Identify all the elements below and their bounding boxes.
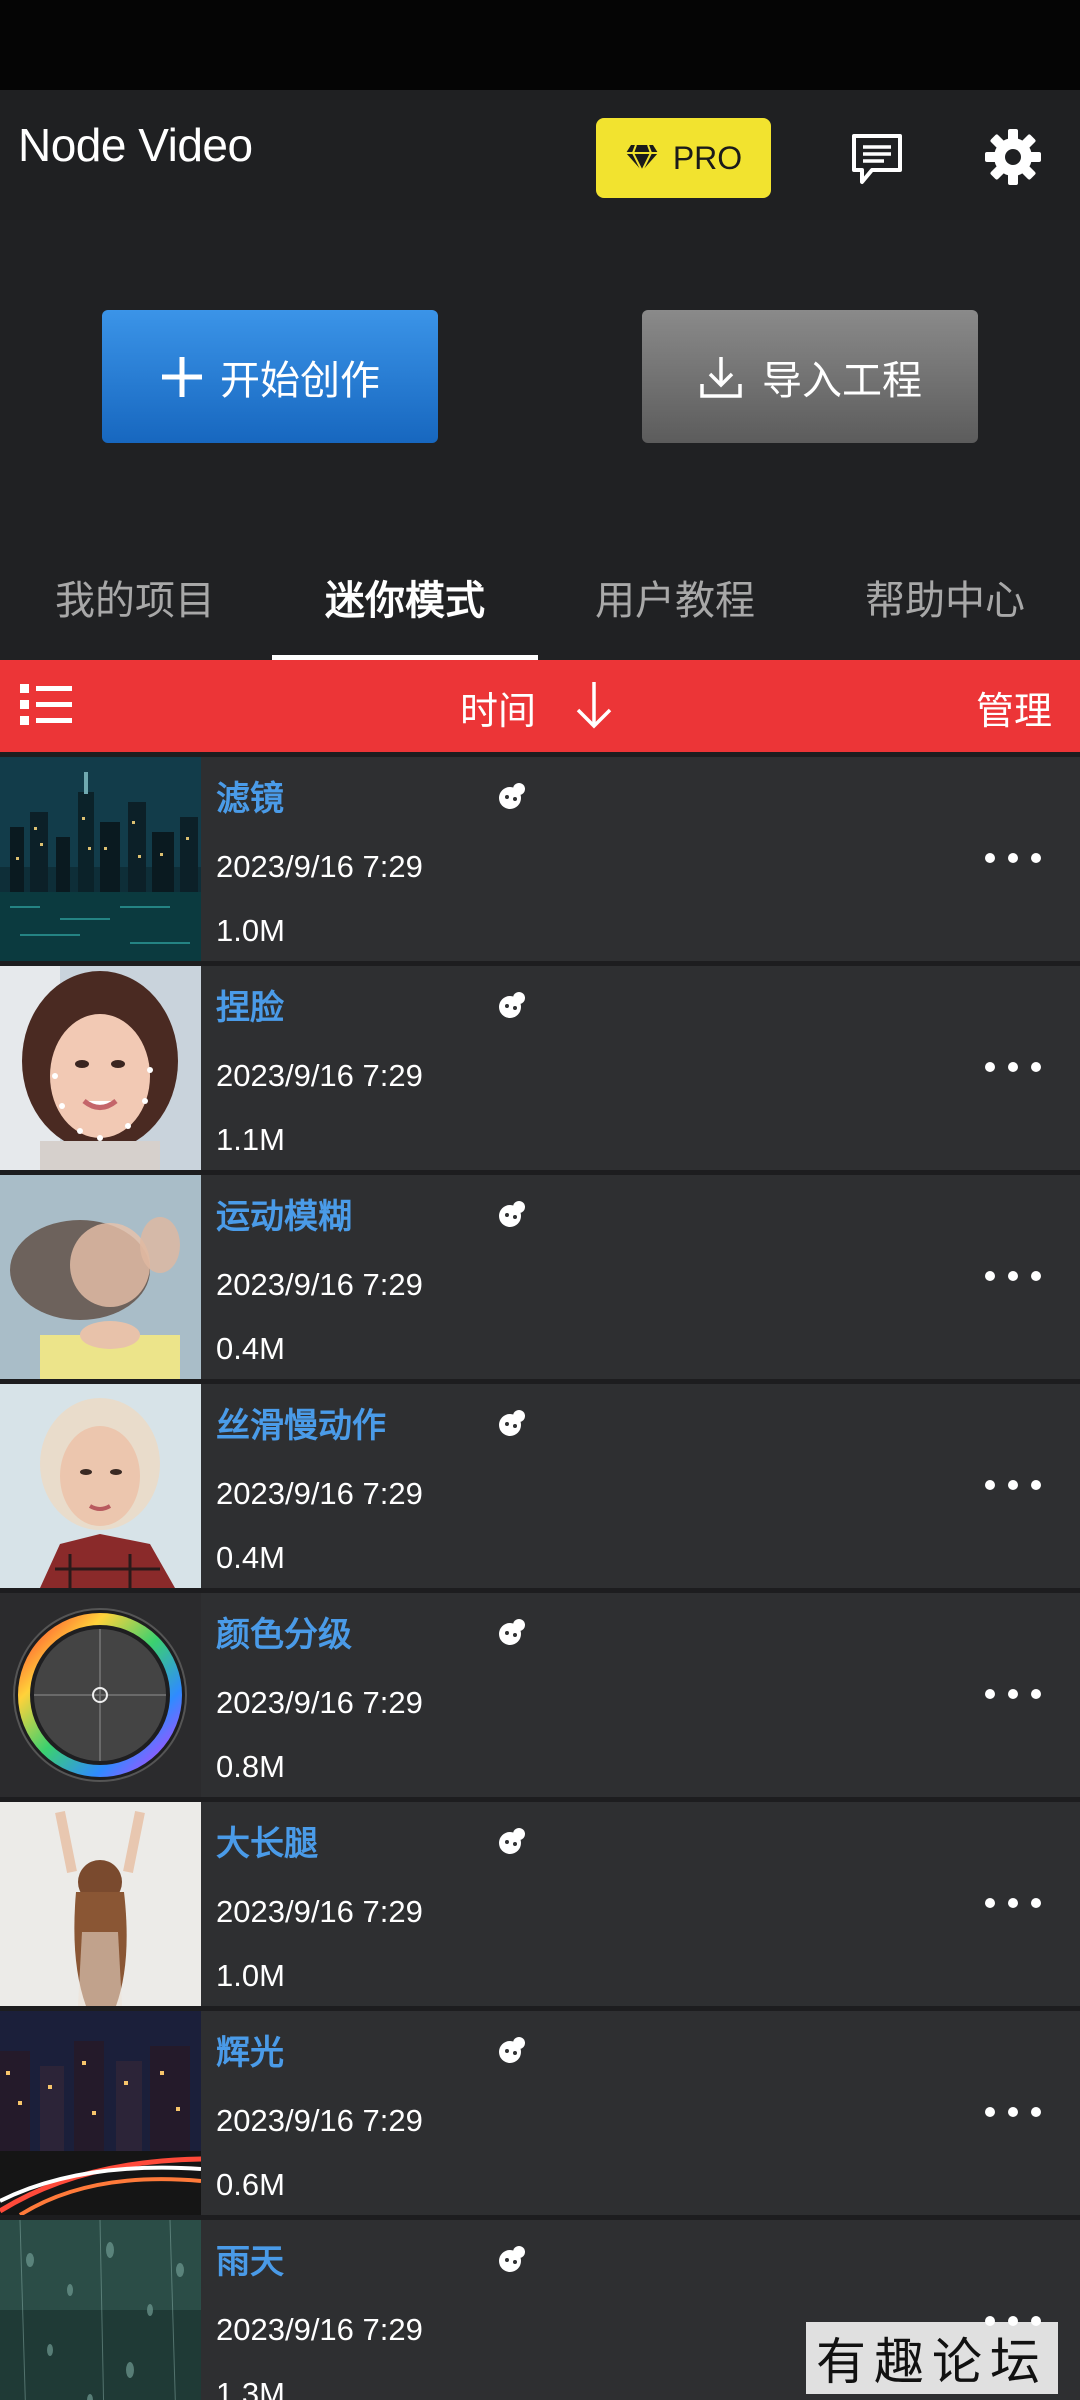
app-screen: Node Video PRO 开始创作 导入工程 我的项目 迷你模式 用户教程 … [0,0,1080,2400]
status-bar [0,0,1080,90]
project-size: 1.1M [216,1122,285,1157]
project-thumbnail [0,966,201,1170]
more-icon[interactable] [982,1470,1044,1500]
project-size: 0.4M [216,1540,285,1575]
tab-my-projects[interactable]: 我的项目 [0,550,270,660]
mini-mode-icon [499,1201,525,1227]
more-icon[interactable] [982,2097,1044,2127]
more-icon[interactable] [982,1888,1044,1918]
project-name: 运动模糊 [216,1198,352,1236]
download-icon [700,356,742,398]
project-size: 0.4M [216,1331,285,1366]
project-date: 2023/9/16 7:29 [216,2103,423,2138]
project-size: 0.6M [216,2167,285,2202]
project-date: 2023/9/16 7:29 [216,2312,423,2347]
more-icon[interactable] [982,1679,1044,1709]
start-create-button[interactable]: 开始创作 [102,310,438,443]
project-row[interactable]: 辉光 2023/9/16 7:29 0.6M [0,2006,1080,2215]
import-project-label: 导入工程 [762,358,922,403]
project-row[interactable]: 颜色分级 2023/9/16 7:29 0.8M [0,1588,1080,1797]
message-icon[interactable] [850,132,904,186]
project-row[interactable]: 捏脸 2023/9/16 7:29 1.1M [0,961,1080,1170]
watermark: 有趣论坛 [806,2322,1058,2394]
project-thumbnail [0,1802,201,2006]
tab-help-center[interactable]: 帮助中心 [810,550,1080,660]
mini-mode-icon [499,1828,525,1854]
list-icon[interactable] [20,682,72,728]
project-thumbnail [0,1593,201,1797]
more-icon[interactable] [982,843,1044,873]
mini-mode-icon [499,1619,525,1645]
project-name: 滤镜 [216,780,284,818]
project-row[interactable]: 滤镜 2023/9/16 7:29 1.0M [0,752,1080,961]
project-thumbnail [0,757,201,961]
sort-bar: 时间 管理 [0,660,1080,752]
diamond-icon [625,144,658,173]
mini-mode-icon [499,783,525,809]
project-name: 丝滑慢动作 [216,1407,386,1445]
project-name: 捏脸 [216,989,284,1027]
project-date: 2023/9/16 7:29 [216,1476,423,1511]
pro-button[interactable]: PRO [596,118,771,198]
project-list: 滤镜 2023/9/16 7:29 1.0M 捏脸 2023/9/16 7:29… [0,752,1080,2400]
project-name: 雨天 [216,2243,284,2281]
project-row[interactable]: 运动模糊 2023/9/16 7:29 0.4M [0,1170,1080,1379]
gear-icon[interactable] [984,128,1042,186]
project-date: 2023/9/16 7:29 [216,849,423,884]
mini-mode-icon [499,2246,525,2272]
start-create-label: 开始创作 [220,358,380,403]
project-size: 1.3M [216,2376,285,2400]
import-project-button[interactable]: 导入工程 [642,310,978,443]
app-header: Node Video PRO [0,90,1080,220]
project-thumbnail [0,1384,201,1588]
mini-mode-icon [499,992,525,1018]
project-date: 2023/9/16 7:29 [216,1267,423,1302]
project-date: 2023/9/16 7:29 [216,1685,423,1720]
project-row[interactable]: 大长腿 2023/9/16 7:29 1.0M [0,1797,1080,2006]
tab-bar: 我的项目 迷你模式 用户教程 帮助中心 [0,550,1080,660]
tab-mini-mode[interactable]: 迷你模式 [270,550,540,660]
project-size: 0.8M [216,1749,285,1784]
more-icon[interactable] [982,1052,1044,1082]
manage-button[interactable]: 管理 [976,680,1052,735]
project-name: 颜色分级 [216,1616,352,1654]
project-thumbnail [0,2220,201,2400]
action-area: 开始创作 导入工程 [0,220,1080,550]
project-thumbnail [0,1175,201,1379]
app-title: Node Video [18,119,253,171]
project-size: 1.0M [216,913,285,948]
arrow-down-icon[interactable] [572,678,616,732]
project-date: 2023/9/16 7:29 [216,1894,423,1929]
project-name: 辉光 [216,2034,284,2072]
project-size: 1.0M [216,1958,285,1993]
plus-icon [162,356,202,397]
mini-mode-icon [499,1410,525,1436]
sort-by-time-label[interactable]: 时间 [460,680,536,735]
project-row[interactable]: 丝滑慢动作 2023/9/16 7:29 0.4M [0,1379,1080,1588]
project-date: 2023/9/16 7:29 [216,1058,423,1093]
more-icon[interactable] [982,1261,1044,1291]
pro-label: PRO [672,139,743,176]
tab-user-tutorial[interactable]: 用户教程 [540,550,810,660]
project-thumbnail [0,2011,201,2215]
mini-mode-icon [499,2037,525,2063]
project-name: 大长腿 [216,1825,318,1863]
